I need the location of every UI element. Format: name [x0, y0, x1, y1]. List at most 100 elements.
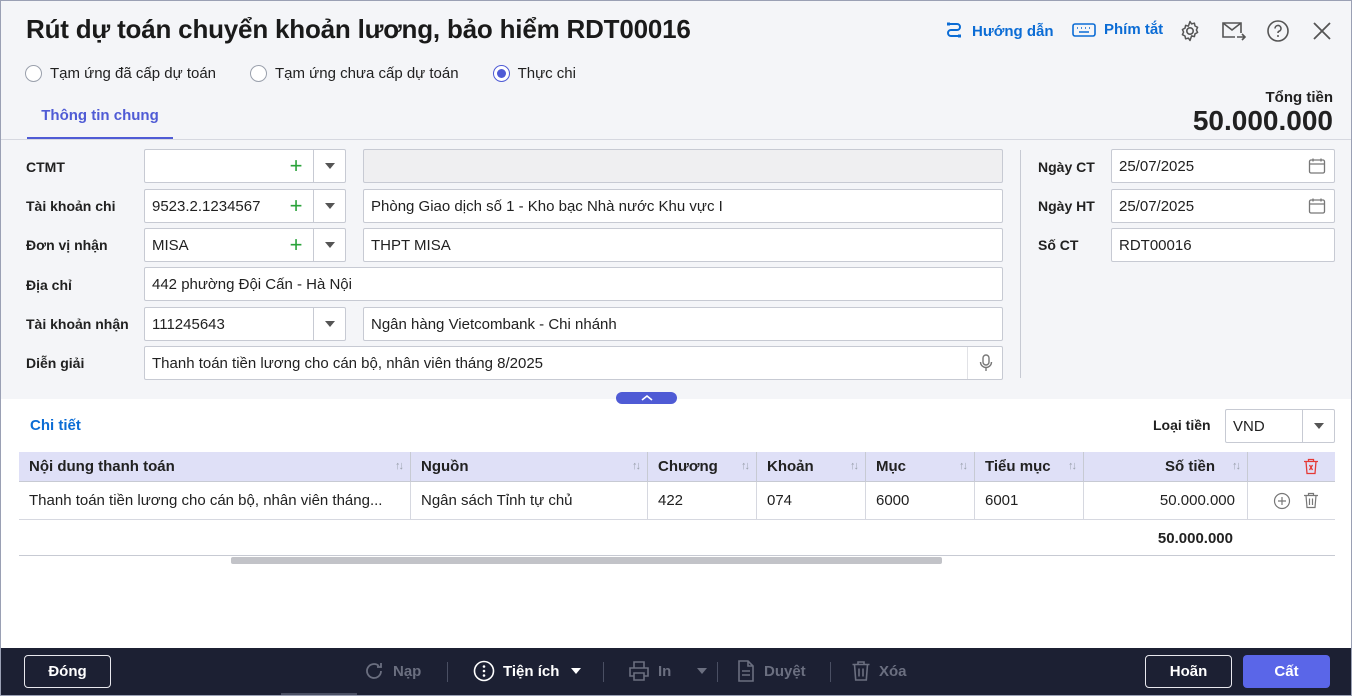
help-button[interactable]	[1265, 18, 1291, 44]
add-account-icon[interactable]: +	[281, 190, 311, 222]
cell-item[interactable]: 6000	[866, 482, 975, 519]
receiver-combo[interactable]: MISA +	[144, 228, 346, 262]
bottom-toolbar: Đóng Nạp Tiện ích In Duyệt Xóa Hoãn Cất	[1, 648, 1351, 695]
shortcuts-button[interactable]: Phím tắt	[1072, 21, 1163, 38]
toolbar-separator	[447, 662, 448, 682]
guide-label: Hướng dẫn	[972, 22, 1054, 40]
close-icon	[1313, 22, 1331, 40]
email-button[interactable]	[1221, 18, 1247, 44]
account-out-name-field[interactable]: Phòng Giao dịch số 1 - Kho bạc Nhà nước …	[363, 189, 1003, 223]
delete-all-icon[interactable]	[1303, 458, 1319, 475]
toolbar-separator	[830, 662, 831, 682]
detail-table: Nội dung thanh toán ↑↓ Nguồn ↑↓ Chương ↑↓ K…	[19, 452, 1335, 520]
cell-subitem[interactable]: 6001	[975, 482, 1084, 519]
chevron-down-icon[interactable]	[314, 308, 346, 340]
close-dialog-button[interactable]	[1309, 18, 1335, 44]
doc-no-value: RDT00016	[1119, 236, 1192, 254]
utilities-button[interactable]: Tiện ích	[473, 660, 582, 682]
cell-section[interactable]: 074	[757, 482, 866, 519]
total-label: Tổng tiền	[1265, 89, 1334, 106]
account-in-name-value: Ngân hàng Vietcombank - Chi nhánh	[371, 315, 617, 333]
doc-no-field[interactable]: RDT00016	[1111, 228, 1335, 262]
chevron-down-icon[interactable]	[314, 229, 346, 261]
column-header-source[interactable]: Nguồn ↑↓	[411, 452, 648, 481]
radio-label: Tạm ứng chưa cấp dự toán	[275, 65, 459, 82]
cell-source[interactable]: Ngân sách Tỉnh tự chủ	[411, 482, 648, 519]
cell-chapter[interactable]: 422	[648, 482, 757, 519]
receiver-name-field[interactable]: THPT MISA	[363, 228, 1003, 262]
field-divider	[967, 347, 968, 379]
account-out-label: Tài khoản chi	[26, 198, 116, 214]
calendar-icon[interactable]	[1308, 157, 1326, 179]
currency-select[interactable]: VND	[1225, 409, 1335, 443]
ctmt-combo[interactable]: +	[144, 149, 346, 183]
description-value: Thanh toán tiền lương cho cán bộ, nhân v…	[152, 354, 544, 372]
cell-content[interactable]: Thanh toán tiền lương cho cán bộ, nhân v…	[19, 482, 411, 519]
settings-button[interactable]	[1177, 18, 1203, 44]
address-label: Địa chỉ	[26, 277, 72, 293]
header-area: Rút dự toán chuyển khoản lương, bảo hiểm…	[1, 1, 1351, 399]
column-header-section[interactable]: Khoản ↑↓	[757, 452, 866, 481]
print-label: In	[658, 662, 672, 680]
column-header-content[interactable]: Nội dung thanh toán ↑↓	[19, 452, 411, 481]
printer-icon	[629, 661, 649, 681]
ctmt-name-field	[363, 149, 1003, 183]
column-header-chapter[interactable]: Chương ↑↓	[648, 452, 757, 481]
add-ctmt-icon[interactable]: +	[281, 150, 311, 182]
table-row[interactable]: Thanh toán tiền lương cho cán bộ, nhân v…	[19, 482, 1335, 520]
form-divider	[1020, 150, 1021, 378]
column-header-subitem[interactable]: Tiểu mục ↑↓	[975, 452, 1084, 481]
add-receiver-icon[interactable]: +	[281, 229, 311, 261]
reload-button[interactable]: Nạp	[363, 660, 421, 682]
help-icon	[1267, 20, 1289, 42]
microphone-icon[interactable]	[970, 347, 1002, 379]
total-amount: 50.000.000	[1192, 105, 1333, 136]
tab-divider	[1, 139, 1351, 140]
radio-advance-unallocated[interactable]: Tạm ứng chưa cấp dự toán	[250, 65, 459, 82]
column-header-item[interactable]: Mục ↑↓	[866, 452, 975, 481]
chevron-down-icon[interactable]	[1303, 410, 1335, 442]
account-out-combo[interactable]: 9523.2.1234567 +	[144, 189, 346, 223]
delete-row-icon[interactable]	[1303, 492, 1319, 509]
calendar-icon[interactable]	[1308, 197, 1326, 219]
refresh-icon	[366, 663, 382, 679]
horizontal-scrollbar[interactable]	[231, 557, 942, 564]
address-value: 442 phường Đội Cấn - Hà Nội	[152, 275, 352, 293]
chevron-down-icon[interactable]	[314, 190, 346, 222]
print-button[interactable]: In	[628, 660, 708, 682]
delete-button[interactable]: Xóa	[851, 660, 907, 682]
document-icon	[738, 660, 754, 682]
address-field[interactable]: 442 phường Đội Cấn - Hà Nội	[144, 267, 1003, 301]
add-row-icon[interactable]	[1273, 492, 1291, 510]
tab-general-info[interactable]: Thông tin chung	[27, 107, 173, 140]
chevron-down-icon[interactable]	[314, 150, 346, 182]
guide-button[interactable]: Hướng dẫn	[944, 21, 1054, 41]
account-in-value: 111245643	[152, 315, 225, 333]
payment-type-group: Tạm ứng đã cấp dự toán Tạm ứng chưa cấp …	[25, 65, 610, 82]
column-header-actions	[1248, 452, 1335, 481]
column-header-amount[interactable]: Số tiền ↑↓	[1084, 452, 1248, 481]
collapse-toggle[interactable]	[616, 392, 677, 404]
post-date-label: Ngày HT	[1038, 198, 1095, 214]
radio-advance-allocated[interactable]: Tạm ứng đã cấp dự toán	[25, 65, 216, 82]
description-field[interactable]: Thanh toán tiền lương cho cán bộ, nhân v…	[144, 346, 1003, 380]
doc-date-value: 25/07/2025	[1119, 157, 1195, 175]
account-in-label: Tài khoản nhận	[26, 316, 129, 332]
receiver-name-value: THPT MISA	[371, 236, 451, 254]
table-footer-total: 50.000.000	[1157, 530, 1233, 547]
sort-icon: ↑↓	[1068, 460, 1077, 472]
doc-date-picker[interactable]: 25/07/2025	[1111, 149, 1335, 183]
account-in-combo[interactable]: 111245643	[144, 307, 346, 341]
save-button[interactable]: Cất	[1243, 655, 1330, 688]
post-date-picker[interactable]: 25/07/2025	[1111, 189, 1335, 223]
account-in-name-field[interactable]: Ngân hàng Vietcombank - Chi nhánh	[363, 307, 1003, 341]
cell-amount[interactable]: 50.000.000	[1084, 482, 1248, 519]
approve-button[interactable]: Duyệt	[736, 660, 806, 682]
doc-no-label: Số CT	[1038, 237, 1079, 253]
radio-actual-expense[interactable]: Thực chi	[492, 65, 576, 82]
radio-dot	[250, 65, 268, 82]
cancel-button[interactable]: Hoãn	[1145, 655, 1232, 688]
close-button[interactable]: Đóng	[24, 655, 111, 688]
radio-label: Tạm ứng đã cấp dự toán	[50, 65, 217, 82]
dropdown-arrow-icon	[697, 668, 708, 674]
